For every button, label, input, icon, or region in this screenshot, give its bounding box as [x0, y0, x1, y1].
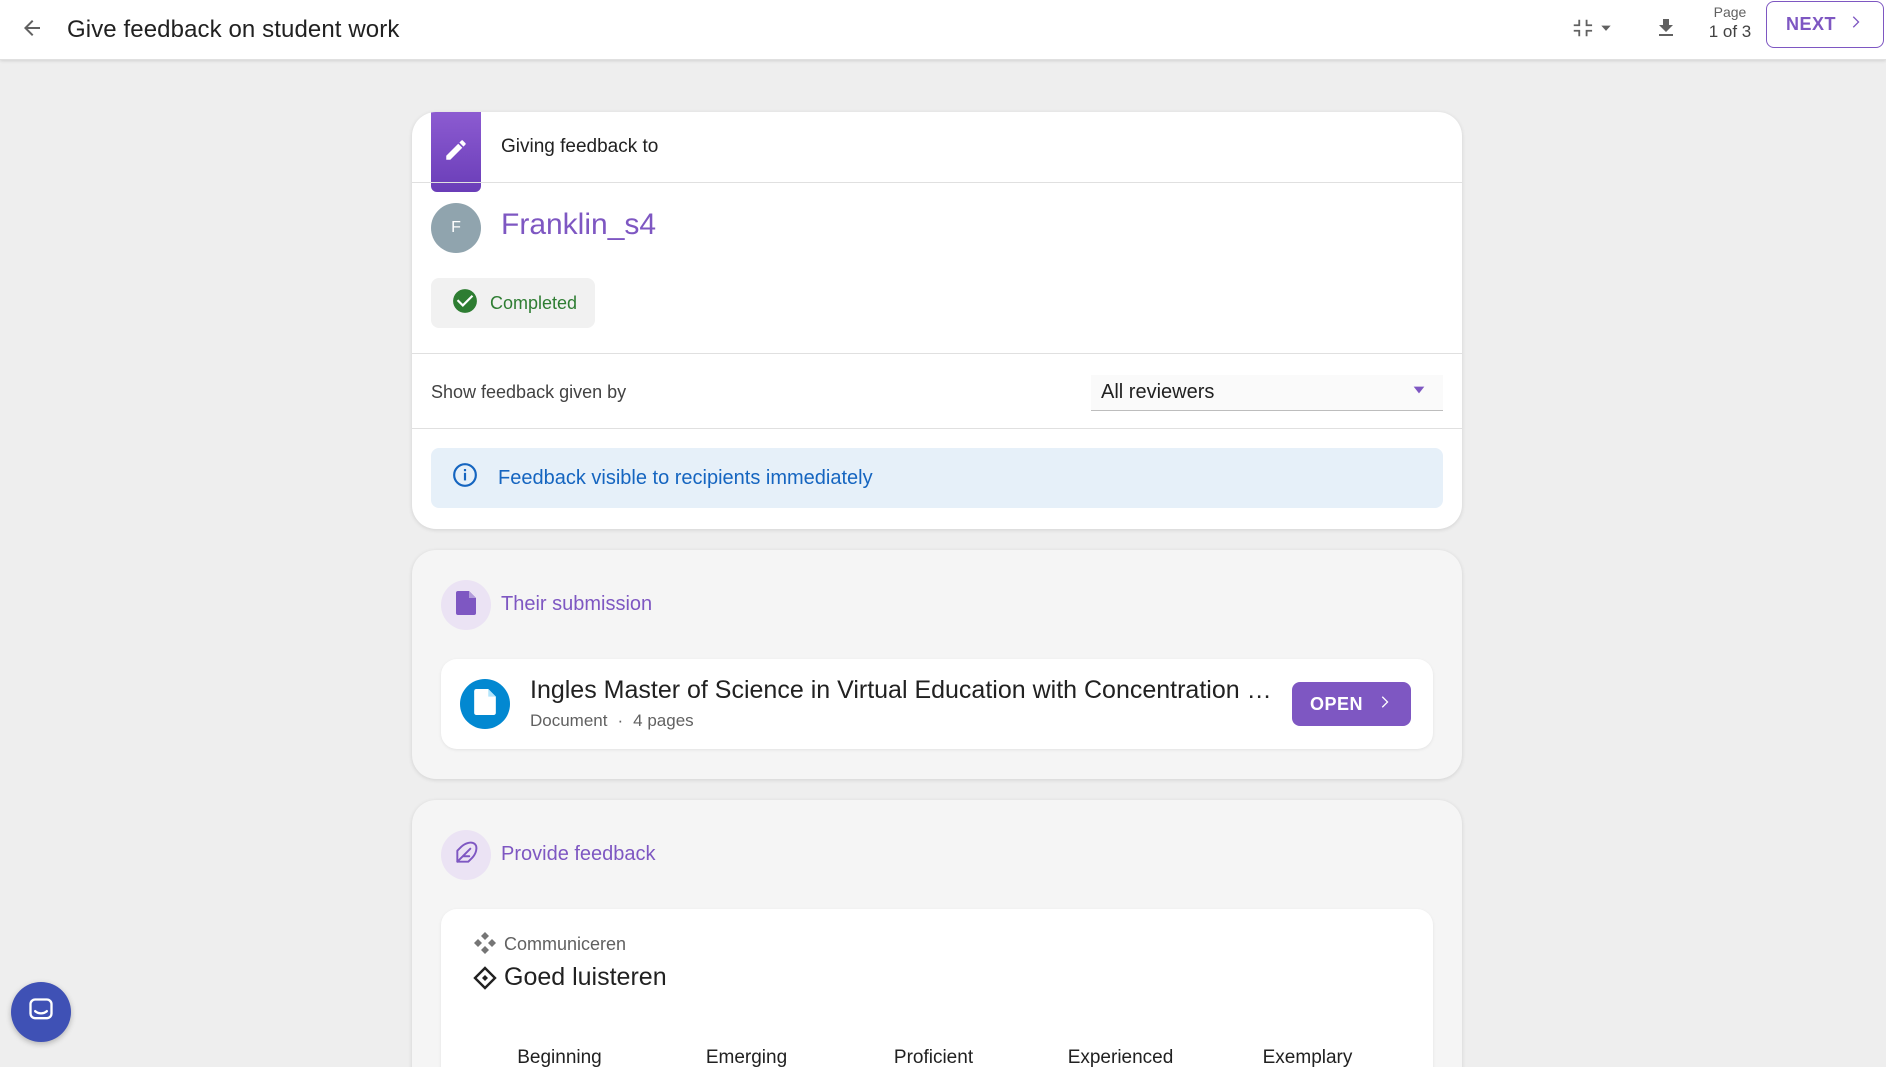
divider [412, 353, 1462, 354]
giving-feedback-heading: Giving feedback to [501, 136, 659, 157]
document-pages: 4 pages [633, 711, 694, 730]
next-button[interactable]: NEXT [1766, 1, 1884, 48]
chevron-right-icon [1377, 694, 1393, 715]
show-feedback-label: Show feedback given by [431, 382, 627, 402]
feedback-target-card: Giving feedback to F Franklin_s4 Complet… [412, 112, 1462, 529]
chat-icon [27, 996, 55, 1029]
page-title: Give feedback on student work [67, 16, 400, 43]
compress-menu-button[interactable] [1564, 10, 1620, 50]
level-beginning[interactable]: Beginning [466, 1047, 653, 1067]
back-button[interactable] [12, 10, 52, 50]
rubric-levels: Beginning Emerging Proficient Experience… [466, 1047, 1406, 1067]
feedback-section-icon [441, 830, 491, 880]
rubric-category: Communiceren [504, 934, 627, 954]
pencil-icon [443, 137, 469, 168]
page-value: 1 of 3 [1708, 22, 1752, 41]
feedback-section-title: Provide feedback [501, 843, 656, 865]
info-banner-text: Feedback visible to recipients immediate… [498, 466, 873, 489]
chat-button[interactable] [11, 982, 71, 1042]
avatar: F [431, 203, 481, 253]
provide-feedback-card: Provide feedback Communiceren Goed luist… [412, 800, 1462, 1067]
compress-icon [1571, 17, 1593, 44]
level-proficient[interactable]: Proficient [840, 1047, 1027, 1067]
chevron-right-icon [1848, 14, 1864, 35]
rubric-criterion: Goed luisteren [504, 963, 667, 991]
reviewer-filter-value: All reviewers [1101, 381, 1215, 403]
status-label: Completed [490, 292, 578, 313]
top-app-bar: Give feedback on student work Page 1 of … [0, 0, 1886, 60]
status-badge: Completed [431, 278, 595, 328]
submission-card: Their submission Ingles Master of Scienc… [412, 550, 1462, 779]
caret-down-icon [1599, 21, 1613, 40]
info-icon [452, 462, 478, 494]
download-button[interactable] [1646, 10, 1686, 50]
divider [412, 428, 1462, 429]
page-indicator: Page 1 of 3 [1700, 3, 1760, 43]
document-type: Document [530, 711, 608, 730]
document-title: Ingles Master of Science in Virtual Educ… [530, 676, 1272, 704]
level-exemplary[interactable]: Exemplary [1214, 1047, 1401, 1067]
student-name[interactable]: Franklin_s4 [501, 208, 656, 242]
submission-section-title: Their submission [501, 593, 653, 615]
submission-section-icon [441, 580, 491, 630]
divider [412, 182, 1462, 183]
file-icon [455, 590, 477, 620]
download-icon [1654, 16, 1678, 45]
reviewer-filter-select[interactable]: All reviewers [1091, 375, 1443, 411]
level-experienced[interactable]: Experienced [1027, 1047, 1214, 1067]
diamonds-icon [473, 931, 497, 960]
meta-separator: · [617, 711, 624, 730]
open-button[interactable]: OPEN [1292, 682, 1411, 726]
document-meta: Document · 4 pages [530, 711, 694, 731]
rubric-criterion-card: Communiceren Goed luisteren Beginning Em… [441, 909, 1433, 1067]
document-icon [474, 688, 496, 720]
page-label: Page [1713, 4, 1747, 20]
caret-down-icon [1411, 381, 1427, 404]
level-emerging[interactable]: Emerging [653, 1047, 840, 1067]
open-label: OPEN [1309, 693, 1363, 714]
info-banner: Feedback visible to recipients immediate… [431, 448, 1443, 508]
next-label: NEXT [1785, 14, 1836, 34]
submission-document[interactable]: Ingles Master of Science in Virtual Educ… [441, 659, 1433, 749]
edit-tab [431, 112, 481, 192]
check-circle-icon [452, 288, 478, 319]
document-icon-badge [460, 679, 510, 729]
arrow-left-icon [20, 16, 44, 45]
feather-icon [453, 840, 479, 871]
diamond-icon [473, 966, 497, 995]
